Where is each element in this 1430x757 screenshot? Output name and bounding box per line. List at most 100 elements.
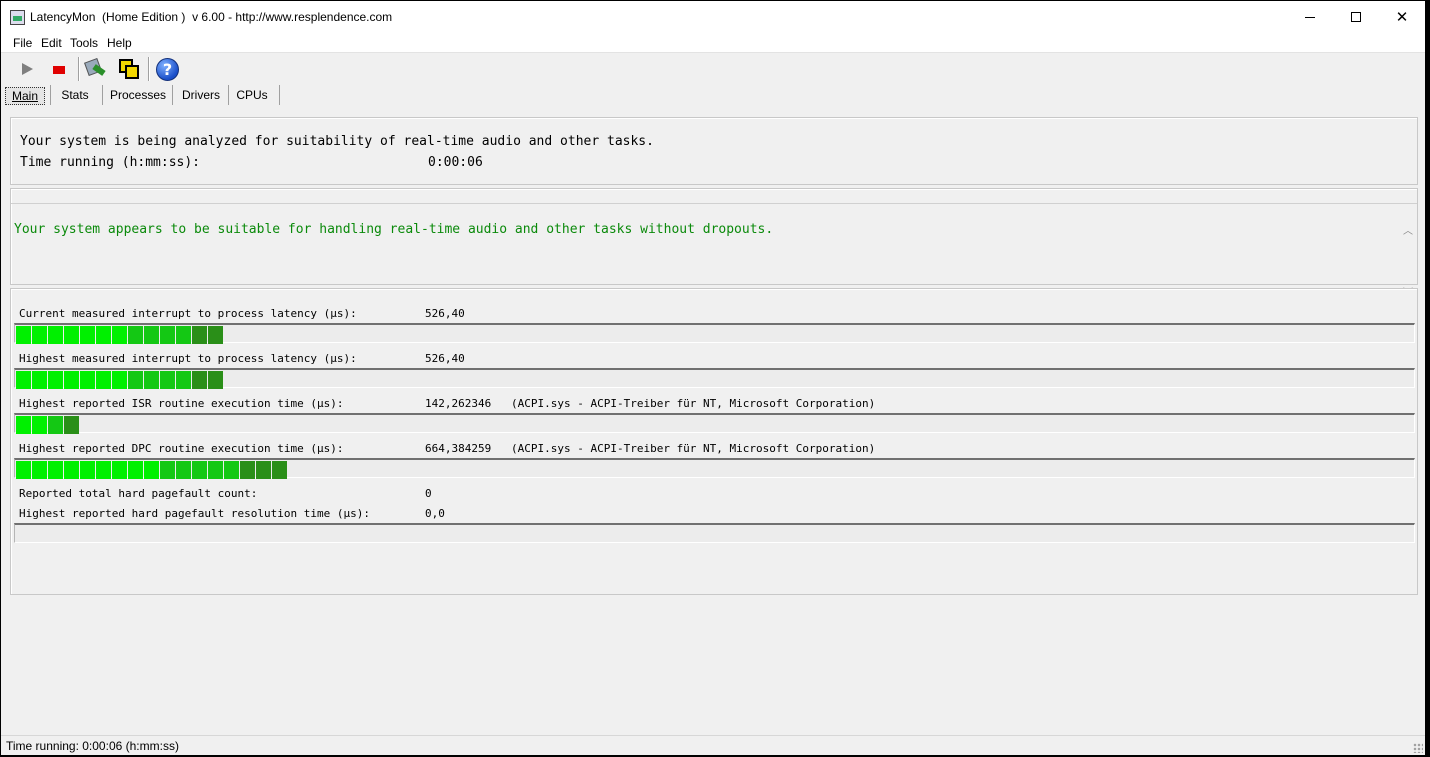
toolbar-divider [148, 57, 150, 81]
menu-file[interactable]: File [13, 36, 32, 50]
bar-segment [48, 326, 63, 344]
tab-stats[interactable]: Stats [53, 87, 97, 105]
bar-segment [272, 461, 287, 479]
title-bar[interactable]: LatencyMon (Home Edition ) v 6.00 - http… [1, 1, 1425, 33]
bar-segment [176, 371, 191, 389]
pagefault-count-label: Reported total hard pagefault count: [19, 487, 258, 500]
bar-segment [144, 371, 159, 389]
highest-latency-label: Highest measured interrupt to process la… [19, 352, 357, 365]
menu-help-label: Help [107, 36, 132, 50]
bar-segment [32, 326, 47, 344]
tab-main[interactable]: Main [5, 87, 45, 105]
minimize-icon [1305, 16, 1315, 18]
minimize-button[interactable] [1287, 1, 1333, 33]
bar-segment [112, 326, 127, 344]
bar-segment [160, 461, 175, 479]
bar-segment [128, 371, 143, 389]
bar-segment [96, 371, 111, 389]
verdict-message: Your system appears to be suitable for h… [14, 222, 774, 237]
latencymon-window: LatencyMon (Home Edition ) v 6.00 - http… [1, 1, 1425, 755]
bar-segment [48, 416, 63, 434]
bar-segment [32, 371, 47, 389]
verdict-textbox[interactable]: Your system appears to be suitable for h… [11, 203, 1417, 299]
help-glyph: ? [156, 58, 179, 81]
menu-tools-label: Tools [70, 36, 99, 50]
dpc-time-label: Highest reported DPC routine execution t… [19, 442, 344, 455]
tab-cpus[interactable]: CPUs [231, 87, 273, 105]
bar-segment [64, 416, 79, 434]
tab-main-label: Main [11, 89, 38, 103]
bar-segment [112, 461, 127, 479]
bar-segment [176, 326, 191, 344]
bar-segment [176, 461, 191, 479]
app-icon [10, 10, 25, 25]
bar-segment [80, 326, 95, 344]
bar-segment [144, 326, 159, 344]
menu-edit[interactable]: Edit [41, 36, 62, 50]
time-running-value: 0:00:06 [428, 155, 483, 170]
help-icon[interactable]: ? [155, 57, 179, 81]
bar-segment [144, 461, 159, 479]
menu-help[interactable]: Help [107, 36, 132, 50]
dpc-time-value: 664,384259 [425, 442, 492, 455]
menu-tools[interactable]: Tools [70, 36, 98, 50]
analysis-message: Your system is being analyzed for suitab… [20, 134, 654, 149]
close-button[interactable]: ✕ [1379, 1, 1425, 33]
verdict-panel: Your system appears to be suitable for h… [10, 188, 1418, 299]
process-monitor-icon[interactable] [83, 57, 107, 81]
bar-segment [48, 371, 63, 389]
bar-segment [192, 326, 207, 344]
toolbar-divider [78, 57, 80, 81]
bar-segment [208, 371, 223, 389]
bar-segment [208, 461, 223, 479]
tab-divider [50, 85, 51, 105]
bar-segment [192, 461, 207, 479]
close-icon: ✕ [1395, 7, 1409, 26]
toolbar: ? [1, 54, 1425, 85]
isr-time-bar [14, 413, 1415, 434]
stop-icon[interactable] [47, 57, 71, 81]
bar-segment [80, 371, 95, 389]
tab-divider [172, 85, 173, 105]
highest-latency-value: 526,40 [425, 352, 465, 365]
cpu-windows-icon[interactable] [117, 57, 141, 81]
dpc-time-bar [14, 458, 1415, 479]
bar-segment [32, 416, 47, 434]
menu-edit-label: Edit [41, 36, 62, 50]
metrics-panel: Current measured interrupt to process la… [10, 288, 1418, 595]
bar-segment [64, 461, 79, 479]
tab-cpus-label: CPUs [236, 88, 268, 102]
bar-segment [64, 371, 79, 389]
dpc-driver-detail: (ACPI.sys - ACPI-Treiber für NT, Microso… [511, 442, 876, 455]
tab-processes[interactable]: Processes [107, 87, 169, 105]
tab-divider [102, 85, 103, 105]
maximize-button[interactable] [1333, 1, 1379, 33]
tab-divider [228, 85, 229, 105]
bar-segment [16, 461, 31, 479]
bar-segment [48, 461, 63, 479]
resize-grip-icon[interactable] [1413, 743, 1423, 753]
pagefault-time-bar [14, 523, 1415, 543]
bar-segment [208, 326, 223, 344]
current-latency-label: Current measured interrupt to process la… [19, 307, 357, 320]
tab-drivers[interactable]: Drivers [176, 87, 226, 105]
current-latency-bar [14, 323, 1415, 344]
scroll-up-arrow-icon[interactable]: ︿ [1403, 222, 1413, 237]
highest-latency-bar [14, 368, 1415, 389]
tab-stats-label: Stats [61, 88, 89, 102]
bar-segment [160, 326, 175, 344]
bar-segment [256, 461, 271, 479]
bar-segment [64, 326, 79, 344]
isr-driver-detail: (ACPI.sys - ACPI-Treiber für NT, Microso… [511, 397, 876, 410]
menu-file-label: File [13, 36, 33, 50]
pagefault-count-value: 0 [425, 487, 432, 500]
isr-time-label: Highest reported ISR routine execution t… [19, 397, 344, 410]
bar-segment [240, 461, 255, 479]
tab-processes-label: Processes [109, 88, 167, 102]
pagefault-time-value: 0,0 [425, 507, 445, 520]
isr-time-value: 142,262346 [425, 397, 492, 410]
current-latency-value: 526,40 [425, 307, 465, 320]
play-icon[interactable] [15, 57, 39, 81]
window-title: LatencyMon (Home Edition ) v 6.00 - http… [30, 10, 393, 24]
bar-segment [128, 326, 143, 344]
